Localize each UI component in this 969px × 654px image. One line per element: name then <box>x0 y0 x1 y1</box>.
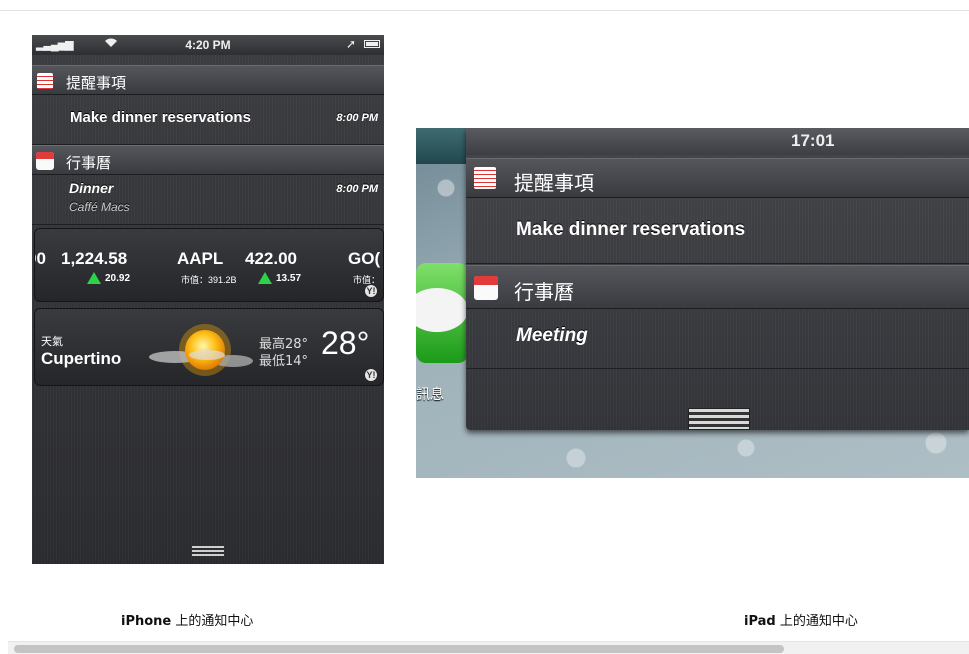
reminders-icon <box>37 73 53 89</box>
ipad-calendar-item[interactable]: Meeting <box>466 309 969 369</box>
ipad-calendar-label: 行事曆 <box>514 280 574 304</box>
reminder-time: 8:00 PM <box>336 112 378 124</box>
yahoo-icon: Y! <box>365 369 377 381</box>
grabber-icon[interactable] <box>192 546 224 558</box>
reminder-title: Make dinner reservations <box>70 109 251 126</box>
aapl-change: 13.57 <box>276 273 302 284</box>
ipad-caption-text: 上的通知中心 <box>775 614 858 629</box>
stocks-widget[interactable]: 00 1,224.58 20.92 AAPL 422.00 市值：391.2B … <box>34 228 384 302</box>
stock-index-change: 20.92 <box>105 273 131 284</box>
ipad-status-bar: 17:01 <box>466 128 969 155</box>
iphone-notification-center: ▂▃▄▅▆ 4:20 PM ➚ 提醒事項 Make dinner reserva… <box>32 35 384 564</box>
weather-temp: 28° <box>321 325 370 361</box>
iphone-caption: iPhone 上的通知中心 <box>121 610 253 629</box>
stock-partial-right: GO( <box>348 249 381 268</box>
ipad-calendar-title: Meeting <box>516 325 588 346</box>
status-time: 4:20 PM <box>185 38 231 52</box>
stock-up-icon <box>258 272 272 284</box>
weather-low: 最低14° <box>259 354 309 369</box>
scrollbar-thumb[interactable] <box>14 645 784 653</box>
yahoo-icon: Y! <box>365 285 377 297</box>
reminders-section-header[interactable]: 提醒事項 <box>32 65 384 95</box>
aapl-market-cap: 市值：391.2B <box>181 275 237 285</box>
calendar-event[interactable]: Dinner Caffé Macs 8:00 PM <box>32 175 384 225</box>
location-arrow-icon: ➚ <box>345 37 356 51</box>
stock-up-icon <box>87 272 101 284</box>
ipad-status-time: 17:01 <box>791 131 835 150</box>
aapl-price: 422.00 <box>245 249 297 268</box>
grabber-icon[interactable] <box>687 408 750 430</box>
event-title: Dinner <box>69 180 114 196</box>
status-bar: ▂▃▄▅▆ 4:20 PM ➚ <box>32 35 384 55</box>
reminder-item[interactable]: Make dinner reservations 8:00 PM <box>32 95 384 145</box>
ipad-reminders-label: 提醒事項 <box>514 171 594 195</box>
reminders-header-label: 提醒事項 <box>66 74 127 92</box>
app-icon-partial <box>416 128 466 164</box>
event-time: 8:00 PM <box>336 183 378 195</box>
ipad-caption: iPad 上的通知中心 <box>744 610 858 629</box>
ipad-calendar-header[interactable]: 行事曆 <box>466 265 969 309</box>
calendar-header-label: 行事曆 <box>66 154 112 172</box>
sun-cloud-icon <box>145 317 255 385</box>
aapl-symbol: AAPL <box>177 249 224 268</box>
weather-widget[interactable]: 天氣 Cupertino 最高28° 最低14° 28° Y! <box>34 308 384 386</box>
calendar-icon <box>474 276 498 300</box>
weather-city: Cupertino <box>41 349 122 368</box>
ipad-reminder-title: Make dinner reservations <box>516 219 746 240</box>
messages-app-label: 訊息 <box>416 387 444 403</box>
horizontal-scrollbar[interactable] <box>8 641 969 654</box>
weather-label: 天氣 <box>41 335 63 348</box>
calendar-icon <box>36 152 54 170</box>
event-location: Caffé Macs <box>69 200 130 214</box>
ipad-panel: 17:01 提醒事項 Make dinner reservations 行事曆 … <box>466 128 969 430</box>
stock-index-value: 1,224.58 <box>61 249 128 268</box>
stock-partial-right-cap: 市值： <box>353 275 381 285</box>
battery-icon <box>364 40 380 48</box>
ipad-reminders-header[interactable]: 提醒事項 <box>466 158 969 198</box>
stock-partial-left: 00 <box>35 249 46 268</box>
calendar-section-header[interactable]: 行事曆 <box>32 145 384 175</box>
iphone-caption-text: 上的通知中心 <box>171 614 254 629</box>
ipad-caption-device: iPad <box>744 614 776 629</box>
ipad-notification-center: 訊息 17:01 提醒事項 Make dinner reservations 行… <box>416 128 969 478</box>
iphone-caption-device: iPhone <box>121 614 172 629</box>
reminders-icon <box>474 167 496 189</box>
ipad-reminder-item[interactable]: Make dinner reservations <box>466 198 969 264</box>
